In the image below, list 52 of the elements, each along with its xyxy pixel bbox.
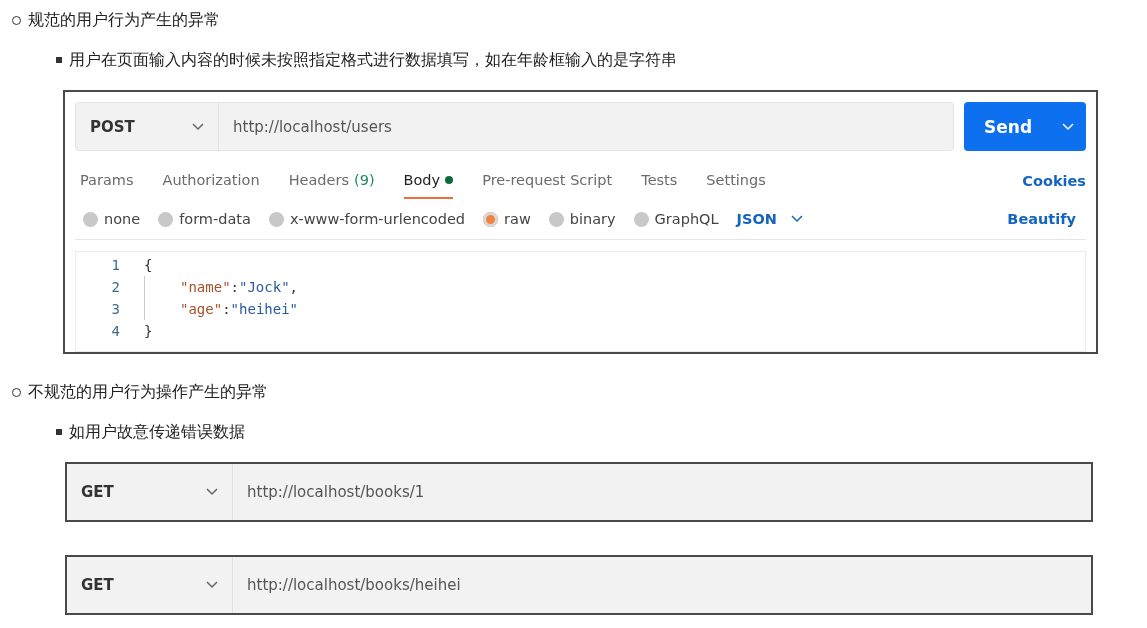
request-tab[interactable]: Params bbox=[80, 163, 134, 199]
tab-count: (9) bbox=[354, 172, 375, 188]
request-tab[interactable]: Pre-request Script bbox=[482, 163, 613, 199]
chevron-down-icon bbox=[206, 581, 218, 589]
bullet-icon bbox=[56, 57, 62, 63]
url-bar[interactable]: POST http://localhost/users bbox=[75, 102, 954, 151]
code-token: "Jock" bbox=[239, 279, 290, 295]
send-button[interactable]: Send bbox=[964, 102, 1086, 151]
request-tab[interactable]: Authorization bbox=[162, 163, 260, 199]
line-number: 3 bbox=[110, 301, 120, 317]
body-type-radio[interactable]: none bbox=[83, 211, 141, 227]
line-number: 1 bbox=[110, 257, 120, 273]
chevron-down-icon bbox=[1062, 122, 1074, 131]
body-type-radio[interactable]: raw bbox=[483, 211, 531, 227]
code-token: } bbox=[144, 323, 153, 339]
code-token: , bbox=[289, 279, 299, 295]
format-select[interactable]: JSON bbox=[736, 211, 803, 227]
body-type-radio[interactable]: binary bbox=[548, 211, 616, 227]
body-type-radio[interactable]: x-www-form-urlencoded bbox=[268, 211, 466, 227]
url-bar[interactable]: GET http://localhost/books/heihei bbox=[65, 555, 1093, 615]
code-editor[interactable]: 1 { 2 "name":"Jock", 3 "age":"heihei" 4 } bbox=[75, 251, 1086, 352]
chevron-down-icon bbox=[206, 488, 218, 496]
bullet-icon bbox=[56, 429, 62, 435]
cookies-link[interactable]: Cookies bbox=[1022, 173, 1086, 189]
request-tab[interactable]: Headers (9) bbox=[288, 163, 375, 199]
method-select[interactable]: POST bbox=[76, 103, 219, 150]
list-item: 用户在页面输入内容的时候未按照指定格式进行数据填写，如在年龄框输入的是字符串 bbox=[69, 49, 677, 71]
request-tab[interactable]: Tests bbox=[641, 163, 678, 199]
beautify-link[interactable]: Beautify bbox=[1007, 211, 1076, 227]
line-number: 2 bbox=[110, 279, 120, 295]
body-type-radio[interactable]: form-data bbox=[158, 211, 251, 227]
chevron-down-icon bbox=[790, 215, 803, 223]
url-text: http://localhost/books/heihei bbox=[246, 575, 461, 596]
request-tab[interactable]: Body bbox=[403, 163, 454, 199]
code-token: "age" bbox=[180, 301, 223, 317]
body-type-radio[interactable]: GraphQL bbox=[633, 211, 719, 227]
method-select[interactable]: GET bbox=[67, 557, 233, 613]
code-token: { bbox=[144, 257, 153, 273]
list-heading: 不规范的用户行为操作产生的异常 bbox=[28, 381, 268, 403]
list-item: 如用户故意传递错误数据 bbox=[69, 421, 245, 443]
code-token: : bbox=[222, 301, 231, 317]
url-bar[interactable]: GET http://localhost/books/1 bbox=[65, 462, 1093, 522]
line-number: 4 bbox=[110, 323, 120, 339]
method-select[interactable]: GET bbox=[67, 464, 233, 520]
code-token: : bbox=[230, 279, 239, 295]
code-token: "heihei" bbox=[230, 301, 299, 317]
chevron-down-icon bbox=[192, 122, 204, 131]
list-heading: 规范的用户行为产生的异常 bbox=[28, 9, 220, 31]
code-token: "name" bbox=[180, 279, 231, 295]
request-tab[interactable]: Settings bbox=[706, 163, 766, 199]
url-text: http://localhost/books/1 bbox=[246, 482, 425, 503]
url-text: http://localhost/users bbox=[232, 116, 392, 138]
